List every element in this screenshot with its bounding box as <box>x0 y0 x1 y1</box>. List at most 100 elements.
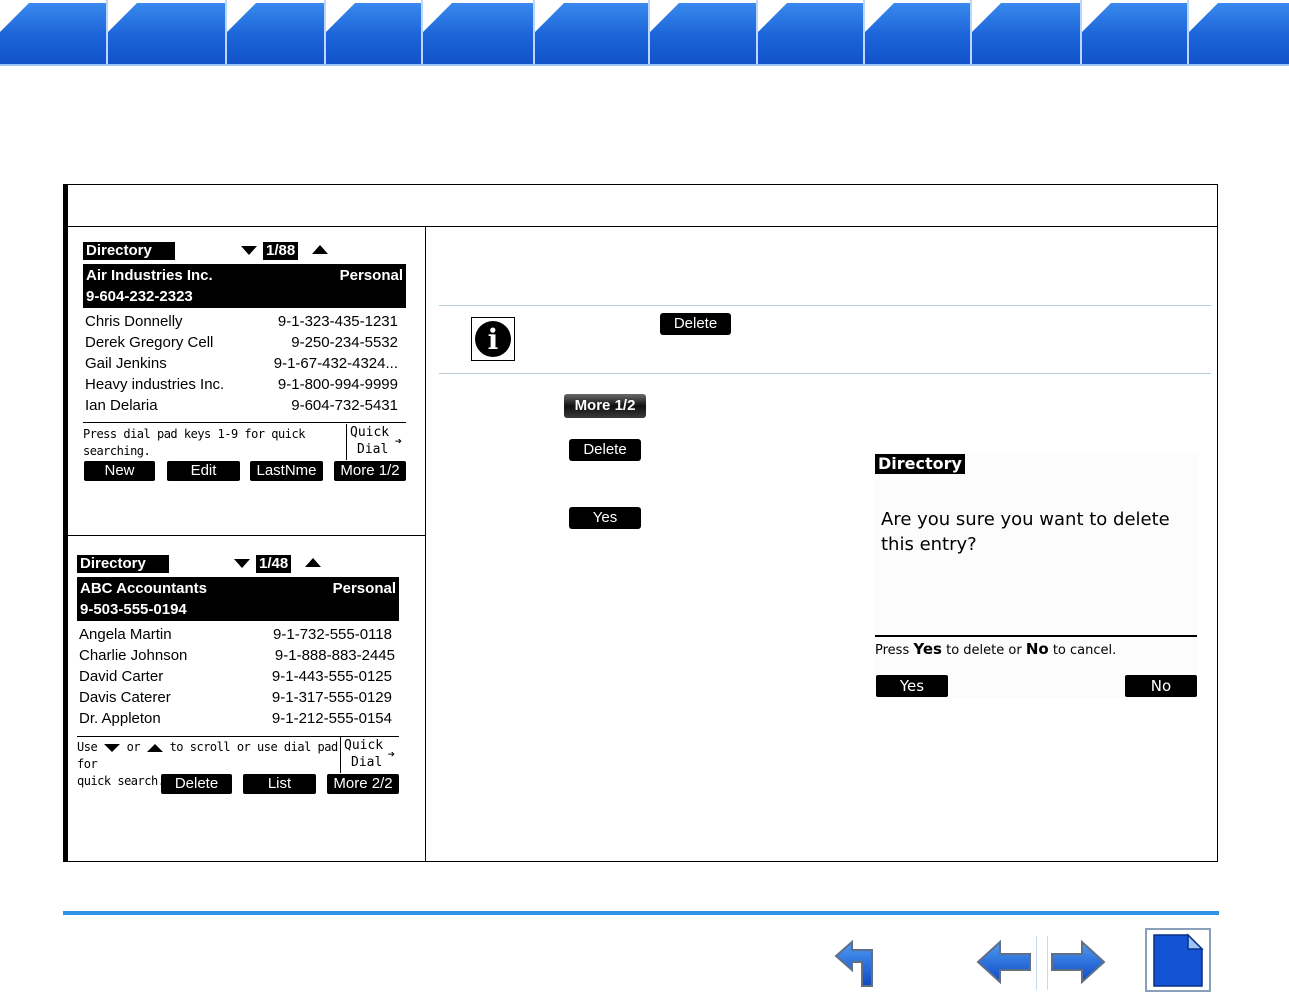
entry-name: Dr. Appleton <box>79 710 161 727</box>
top-tab-3[interactable] <box>225 0 324 66</box>
entry-number: 9-1-67-432-4324... <box>273 355 398 372</box>
screen-title: Directory <box>77 555 169 573</box>
scroll-down-icon <box>234 559 250 568</box>
new-button[interactable]: New <box>84 461 155 481</box>
top-tab-1[interactable] <box>0 0 106 66</box>
selected-entry-number: 9-604-232-2323 <box>86 288 193 305</box>
previous-page-icon[interactable] <box>975 938 1033 988</box>
entry-name: Gail Jenkins <box>85 355 167 372</box>
lastname-button[interactable]: LastNme <box>250 461 323 481</box>
footer-rule <box>63 911 1219 915</box>
quick-dial-softkey[interactable]: Quick Dial ➔ <box>340 737 399 773</box>
search-hint: Press dial pad keys 1-9 for quick search… <box>83 426 345 460</box>
entry-number: 9-250-234-5532 <box>291 334 398 351</box>
dialog-divider <box>875 635 1197 637</box>
top-tab-9[interactable] <box>863 0 970 66</box>
yes-button[interactable]: Yes <box>876 675 948 697</box>
note-delete-button: Delete <box>660 313 731 335</box>
yes-softkey-image: Yes <box>569 507 641 529</box>
entry-number: 9-604-732-5431 <box>291 397 398 414</box>
screen-title: Directory <box>83 242 175 260</box>
entry-number: 9-1-317-555-0129 <box>271 689 392 706</box>
quick-dial-softkey[interactable]: Quick Dial ➔ <box>346 424 406 460</box>
top-tab-underline <box>0 64 1289 66</box>
selected-entry[interactable]: Air Industries Inc. Personal 9-604-232-2… <box>83 264 406 308</box>
more-softkey-image: More 1/2 <box>564 394 646 418</box>
entry-number: 9-1-800-994-9999 <box>277 376 398 393</box>
dialog-message: Are you sure you want to delete this ent… <box>881 509 1170 555</box>
entry-name: Angela Martin <box>79 626 172 643</box>
top-tab-10[interactable] <box>970 0 1080 66</box>
list-item[interactable]: Dr. Appleton 9-1-212-555-0154 <box>79 708 392 729</box>
selected-entry-number: 9-503-555-0194 <box>80 601 187 618</box>
selected-entry-name: ABC Accountants <box>80 580 207 597</box>
down-triangle-icon <box>103 743 120 752</box>
dialog-title: Directory <box>875 454 965 474</box>
delete-softkey-image: Delete <box>569 439 641 461</box>
entry-name: Charlie Johnson <box>79 647 188 664</box>
no-button[interactable]: No <box>1125 675 1197 697</box>
note-bottom-rule <box>439 373 1211 374</box>
more-button[interactable]: More 2/2 <box>327 774 399 794</box>
list-item[interactable]: Davis Caterer 9-1-317-555-0129 <box>79 687 392 708</box>
list-item[interactable]: Derek Gregory Cell 9-250-234-5532 <box>85 332 398 353</box>
scroll-hint-or: or <box>126 740 141 754</box>
delete-confirm-dialog: Directory Are you sure you want to delet… <box>875 453 1197 698</box>
top-tab-5[interactable] <box>421 0 533 66</box>
entry-counter: 1/48 <box>256 555 292 573</box>
nav-divider <box>1047 936 1048 990</box>
screen-divider <box>83 422 406 423</box>
edit-button[interactable]: Edit <box>167 461 240 481</box>
row-divider <box>68 535 425 536</box>
right-arrow-icon: ➔ <box>394 434 402 448</box>
entry-number: 9-1-323-435-1231 <box>277 313 398 330</box>
list-item[interactable]: Charlie Johnson 9-1-888-883-2445 <box>79 645 395 666</box>
list-item[interactable]: Heavy industries Inc. 9-1-800-994-9999 <box>85 374 398 395</box>
dialog-hint-end: to cancel. <box>1052 643 1117 658</box>
list-item[interactable]: Gail Jenkins 9-1-67-432-4324... <box>85 353 398 374</box>
search-hint-line-1: Press dial pad keys 1-9 for quick <box>83 427 305 441</box>
entry-number: 9-1-732-555-0118 <box>273 626 392 643</box>
delete-button[interactable]: Delete <box>161 774 232 794</box>
document-icon[interactable] <box>1145 928 1211 992</box>
entry-number: 9-1-443-555-0125 <box>271 668 392 685</box>
top-tab-8[interactable] <box>756 0 863 66</box>
list-item[interactable]: Chris Donnelly 9-1-323-435-1231 <box>85 311 398 332</box>
dialog-hint-no: No <box>1025 640 1049 658</box>
next-page-icon[interactable] <box>1049 938 1107 988</box>
entry-name: Derek Gregory Cell <box>85 334 214 351</box>
back-icon[interactable] <box>832 936 886 992</box>
info-icon: i <box>471 317 515 361</box>
selected-entry-type: Personal <box>339 267 403 284</box>
top-tab-2[interactable] <box>106 0 225 66</box>
entry-name: David Carter <box>79 668 164 685</box>
entry-name: Chris Donnelly <box>85 313 183 330</box>
top-tab-12[interactable] <box>1187 0 1289 66</box>
top-tab-6[interactable] <box>533 0 648 66</box>
selected-entry[interactable]: ABC Accountants Personal 9-503-555-0194 <box>77 577 399 621</box>
list-item[interactable]: David Carter 9-1-443-555-0125 <box>79 666 392 687</box>
entry-name: Ian Delaria <box>85 397 158 414</box>
scroll-hint-use: Use <box>77 740 98 754</box>
scroll-up-icon <box>305 558 321 567</box>
top-tab-7[interactable] <box>648 0 756 66</box>
list-item[interactable]: Angela Martin 9-1-732-555-0118 <box>79 624 392 645</box>
top-tab-11[interactable] <box>1080 0 1187 66</box>
entry-number: 9-1-888-883-2445 <box>274 647 395 664</box>
more-button[interactable]: More 1/2 <box>334 461 406 481</box>
search-hint-line-2: searching. <box>83 444 151 458</box>
entry-counter: 1/88 <box>263 242 299 260</box>
top-tab-4[interactable] <box>324 0 421 66</box>
note-top-rule <box>439 305 1211 306</box>
right-arrow-icon: ➔ <box>387 747 395 761</box>
selected-entry-type: Personal <box>332 580 396 597</box>
dialog-hint: Press Yes to delete or No to cancel. <box>875 639 1116 661</box>
entry-number: 9-1-212-555-0154 <box>271 710 392 727</box>
nav-divider <box>1036 936 1037 990</box>
scroll-up-icon <box>312 245 328 254</box>
entry-name: Heavy industries Inc. <box>85 376 225 393</box>
list-item[interactable]: Ian Delaria 9-604-732-5431 <box>85 395 398 416</box>
up-triangle-icon <box>146 743 163 752</box>
list-button[interactable]: List <box>243 774 316 794</box>
dialog-hint-yes: Yes <box>913 640 942 658</box>
